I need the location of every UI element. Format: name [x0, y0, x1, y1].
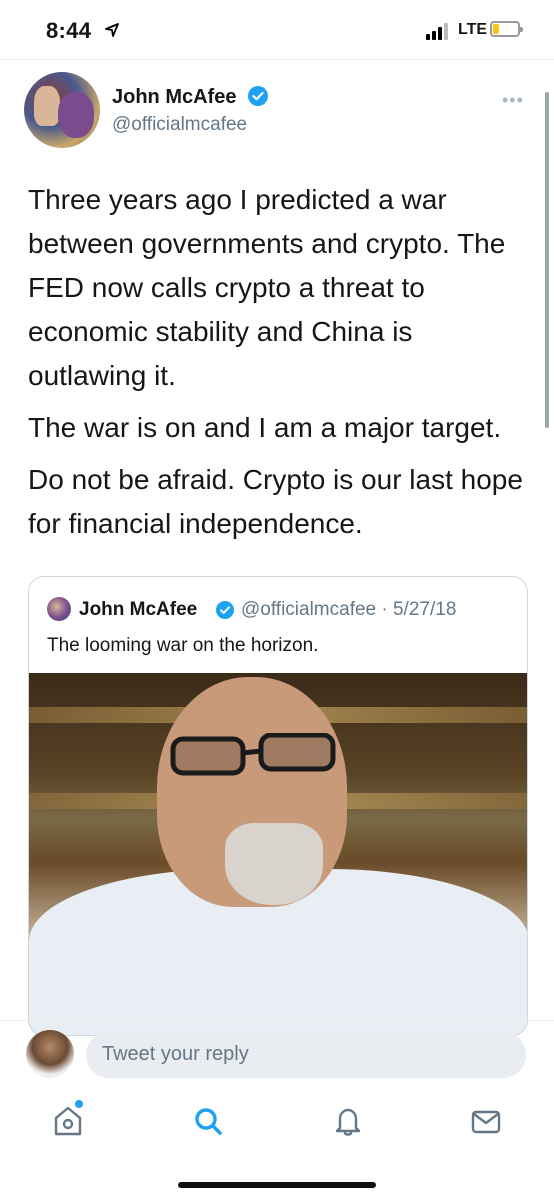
- reply-placeholder: Tweet your reply: [102, 1043, 249, 1065]
- tab-messages[interactable]: [470, 1104, 502, 1138]
- status-time: 8:44: [46, 18, 92, 43]
- quoted-tweet-card[interactable]: John McAfee @officialmcafee · 5/27/18 Th…: [28, 576, 528, 1036]
- tab-home[interactable]: [52, 1104, 84, 1138]
- notifications-icon: [335, 1108, 361, 1136]
- verified-badge-icon: [216, 601, 234, 619]
- messages-icon: [471, 1110, 501, 1134]
- tweet-text: Three years ago I predicted a war betwee…: [28, 178, 538, 554]
- more-options-icon[interactable]: •••: [502, 90, 524, 111]
- location-arrow-icon: [105, 23, 119, 37]
- quoted-tweet-text: The looming war on the horizon.: [47, 635, 319, 656]
- user-avatar[interactable]: [26, 1030, 74, 1078]
- tweet-paragraph: Do not be afraid. Crypto is our last hop…: [28, 464, 523, 539]
- reply-input[interactable]: Tweet your reply: [86, 1032, 526, 1078]
- home-icon: [54, 1106, 82, 1136]
- tweet-paragraph: The war is on and I am a major target.: [28, 412, 502, 443]
- network-type: LTE: [458, 21, 488, 38]
- verified-badge-icon: [248, 86, 268, 106]
- quoted-author-name: John McAfee: [79, 599, 198, 620]
- beard-shape: [225, 823, 323, 905]
- status-bar: 8:44 LTE: [0, 0, 554, 60]
- tab-search[interactable]: [192, 1104, 224, 1138]
- divider: [0, 59, 554, 60]
- battery-icon: [490, 21, 523, 37]
- quoted-author-handle-date: @officialmcafee · 5/27/18: [241, 599, 457, 620]
- quoted-tweet-image[interactable]: [29, 673, 527, 1035]
- author-handle[interactable]: @officialmcafee: [112, 114, 247, 136]
- quoted-author-avatar: [47, 597, 71, 621]
- divider: [0, 1020, 554, 1021]
- author-display-name[interactable]: John McAfee: [112, 86, 236, 109]
- tab-notifications[interactable]: [332, 1104, 364, 1138]
- glasses-shape: [170, 733, 336, 776]
- scrollbar[interactable]: [545, 92, 549, 428]
- battery-level: [493, 24, 499, 34]
- cell-signal-icon: [426, 22, 452, 40]
- search-icon: [195, 1108, 222, 1135]
- home-indicator[interactable]: [178, 1182, 376, 1188]
- tweet-paragraph: Three years ago I predicted a war betwee…: [28, 184, 506, 391]
- author-avatar[interactable]: [24, 72, 100, 148]
